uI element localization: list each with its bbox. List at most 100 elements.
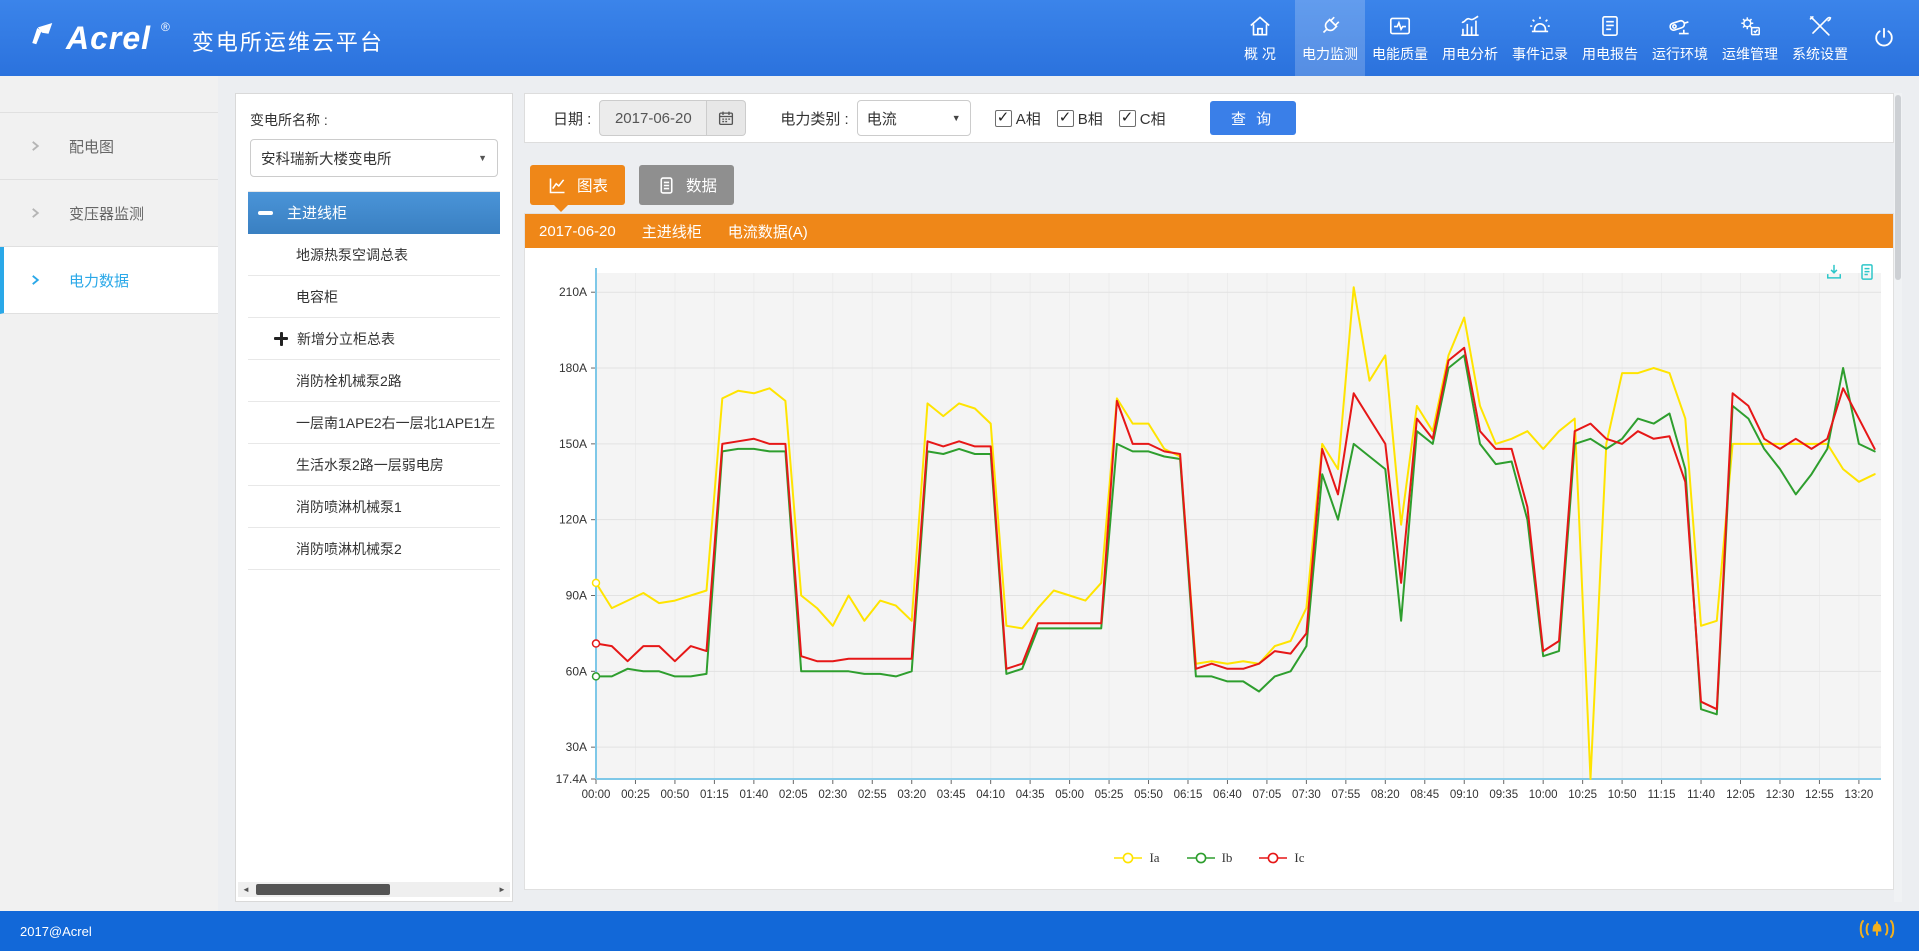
svg-text:00:50: 00:50 — [661, 789, 690, 801]
tree-item-main-incoming-cabinet[interactable]: 主进线柜 — [248, 192, 500, 234]
select-arrow-icon: ▼ — [478, 153, 487, 163]
nav-item-event-log[interactable]: 事件记录 — [1505, 0, 1575, 76]
svg-text:60A: 60A — [566, 664, 587, 678]
svg-text:11:40: 11:40 — [1687, 789, 1715, 801]
scroll-thumb[interactable] — [256, 884, 390, 895]
date-input[interactable]: 2017-06-20 — [599, 100, 707, 136]
scroll-right-arrow[interactable]: ► — [494, 882, 510, 897]
report-icon — [1597, 13, 1623, 39]
chart-legend: Ia Ib Ic — [525, 850, 1893, 866]
svg-text:06:15: 06:15 — [1174, 789, 1203, 801]
tree-item-sprinkler-pump-1[interactable]: 消防喷淋机械泵1 — [248, 486, 500, 528]
checkbox-phase-c[interactable]: C相 — [1119, 108, 1166, 129]
checkbox-checked-icon — [1119, 110, 1136, 127]
main-content: 日期 : 2017-06-20 电力类别 : 电流 ▼ A相 B相 C相 — [524, 93, 1902, 902]
nav-item-power-quality[interactable]: 电能质量 — [1365, 0, 1435, 76]
data-view-icon[interactable] — [1857, 262, 1877, 282]
svg-text:150A: 150A — [559, 437, 587, 451]
download-icon[interactable] — [1824, 262, 1844, 282]
power-quality-icon — [1387, 13, 1413, 39]
legend-item-ib[interactable]: Ib — [1186, 850, 1233, 866]
tree-item-water-pump[interactable]: 生活水泵2路一层弱电房 — [248, 444, 500, 486]
alarm-icon — [1527, 13, 1553, 39]
chevron-right-icon — [30, 139, 41, 153]
checkbox-checked-icon — [995, 110, 1012, 127]
svg-text:210A: 210A — [559, 285, 587, 299]
calendar-button[interactable] — [707, 100, 746, 136]
nav-item-environment[interactable]: 运行环境 — [1645, 0, 1715, 76]
brand-registered-mark: ® — [161, 20, 170, 34]
nav-item-system-settings[interactable]: 系统设置 — [1785, 0, 1855, 76]
nav-item-ops-management[interactable]: 运维管理 — [1715, 0, 1785, 76]
power-type-select[interactable]: 电流 ▼ — [857, 100, 971, 136]
collapse-minus-icon[interactable] — [258, 211, 273, 215]
scroll-thumb[interactable] — [1895, 95, 1901, 280]
legend-item-ia[interactable]: Ia — [1113, 850, 1159, 866]
nav-label: 事件记录 — [1512, 44, 1568, 64]
tab-chart[interactable]: 图表 — [530, 165, 625, 205]
nav-item-usage-analysis[interactable]: 用电分析 — [1435, 0, 1505, 76]
nav-label: 运维管理 — [1722, 44, 1778, 64]
tree-item-label: 电容柜 — [296, 287, 338, 307]
tree-item-label: 生活水泵2路一层弱电房 — [296, 455, 444, 475]
checkbox-phase-b[interactable]: B相 — [1057, 108, 1103, 129]
legend-label: Ia — [1149, 850, 1159, 866]
notification-bell-icon[interactable] — [1855, 916, 1899, 946]
sidebar-item-transformer-monitoring[interactable]: 变压器监测 — [0, 180, 218, 247]
sidebar-item-label: 变压器监测 — [69, 203, 144, 224]
legend-marker-ic — [1258, 852, 1288, 864]
legend-item-ic[interactable]: Ic — [1258, 850, 1304, 866]
tools-icon — [1807, 13, 1833, 39]
tree-horizontal-scrollbar[interactable]: ◄ ► — [238, 882, 510, 897]
nav-item-power-monitoring[interactable]: 电力监测 — [1295, 0, 1365, 76]
tree-item-new-branch-meter[interactable]: 新增分立柜总表 — [248, 318, 500, 360]
svg-text:07:30: 07:30 — [1292, 789, 1321, 801]
nav-label: 电力监测 — [1302, 44, 1358, 64]
scroll-left-arrow[interactable]: ◄ — [238, 882, 254, 897]
checkbox-phase-a[interactable]: A相 — [995, 108, 1041, 129]
svg-text:12:55: 12:55 — [1805, 789, 1834, 801]
nav-label: 电能质量 — [1372, 44, 1428, 64]
scroll-track[interactable] — [254, 882, 494, 897]
query-button[interactable]: 查 询 — [1210, 101, 1296, 135]
tab-data[interactable]: 数据 — [639, 165, 734, 205]
tree-item-capacitor-cabinet[interactable]: 电容柜 — [248, 276, 500, 318]
main-vertical-scrollbar[interactable] — [1894, 93, 1902, 902]
power-type-value: 电流 — [867, 108, 897, 129]
nav-item-usage-report[interactable]: 用电报告 — [1575, 0, 1645, 76]
sidebar-item-power-data[interactable]: 电力数据 — [0, 247, 218, 314]
station-name-label: 变电所名称 : — [250, 110, 498, 130]
svg-text:09:10: 09:10 — [1450, 789, 1479, 801]
svg-text:03:45: 03:45 — [937, 789, 966, 801]
tree-item-label: 消防栓机械泵2路 — [296, 371, 402, 391]
svg-text:01:15: 01:15 — [700, 789, 729, 801]
legend-marker-ia — [1113, 852, 1143, 864]
sidebar-list: 配电图 变压器监测 电力数据 — [0, 112, 218, 314]
tree-item-heat-pump-meter[interactable]: 地源热泵空调总表 — [248, 234, 500, 276]
tree-item-floor1-ape[interactable]: 一层南1APE2右一层北1APE1左 — [248, 402, 500, 444]
logout-power-button[interactable] — [1855, 25, 1913, 51]
chart-header-bar: 2017-06-20 主进线柜 电流数据(A) — [525, 214, 1893, 248]
expand-plus-icon[interactable] — [274, 332, 288, 346]
svg-text:120A: 120A — [559, 513, 587, 527]
svg-text:05:25: 05:25 — [1095, 789, 1124, 801]
svg-text:07:55: 07:55 — [1331, 789, 1360, 801]
nav-item-overview[interactable]: 概 况 — [1225, 0, 1295, 76]
station-select[interactable]: 安科瑞新大楼变电所 ▼ — [250, 139, 498, 177]
tree-item-label: 新增分立柜总表 — [297, 329, 395, 349]
sidebar-item-label: 配电图 — [69, 136, 114, 157]
nav-label: 用电分析 — [1442, 44, 1498, 64]
nav-items: 概 况 电力监测 电能质量 用电分析 事件记录 用电报告 运行环境 运维管理 — [1225, 0, 1855, 76]
home-icon — [1247, 13, 1273, 39]
svg-text:07:05: 07:05 — [1253, 789, 1282, 801]
svg-text:12:30: 12:30 — [1766, 789, 1795, 801]
brand-name: Acrel — [66, 18, 151, 58]
tree-item-fire-hydrant-pump[interactable]: 消防栓机械泵2路 — [248, 360, 500, 402]
tree-item-sprinkler-pump-2[interactable]: 消防喷淋机械泵2 — [248, 528, 500, 570]
data-list-icon — [656, 175, 677, 196]
tree-item-label: 消防喷淋机械泵1 — [296, 497, 402, 517]
tab-label: 数据 — [686, 174, 717, 196]
tree-item-label: 主进线柜 — [287, 202, 347, 223]
sidebar-item-distribution-diagram[interactable]: 配电图 — [0, 113, 218, 180]
nav-label: 用电报告 — [1582, 44, 1638, 64]
